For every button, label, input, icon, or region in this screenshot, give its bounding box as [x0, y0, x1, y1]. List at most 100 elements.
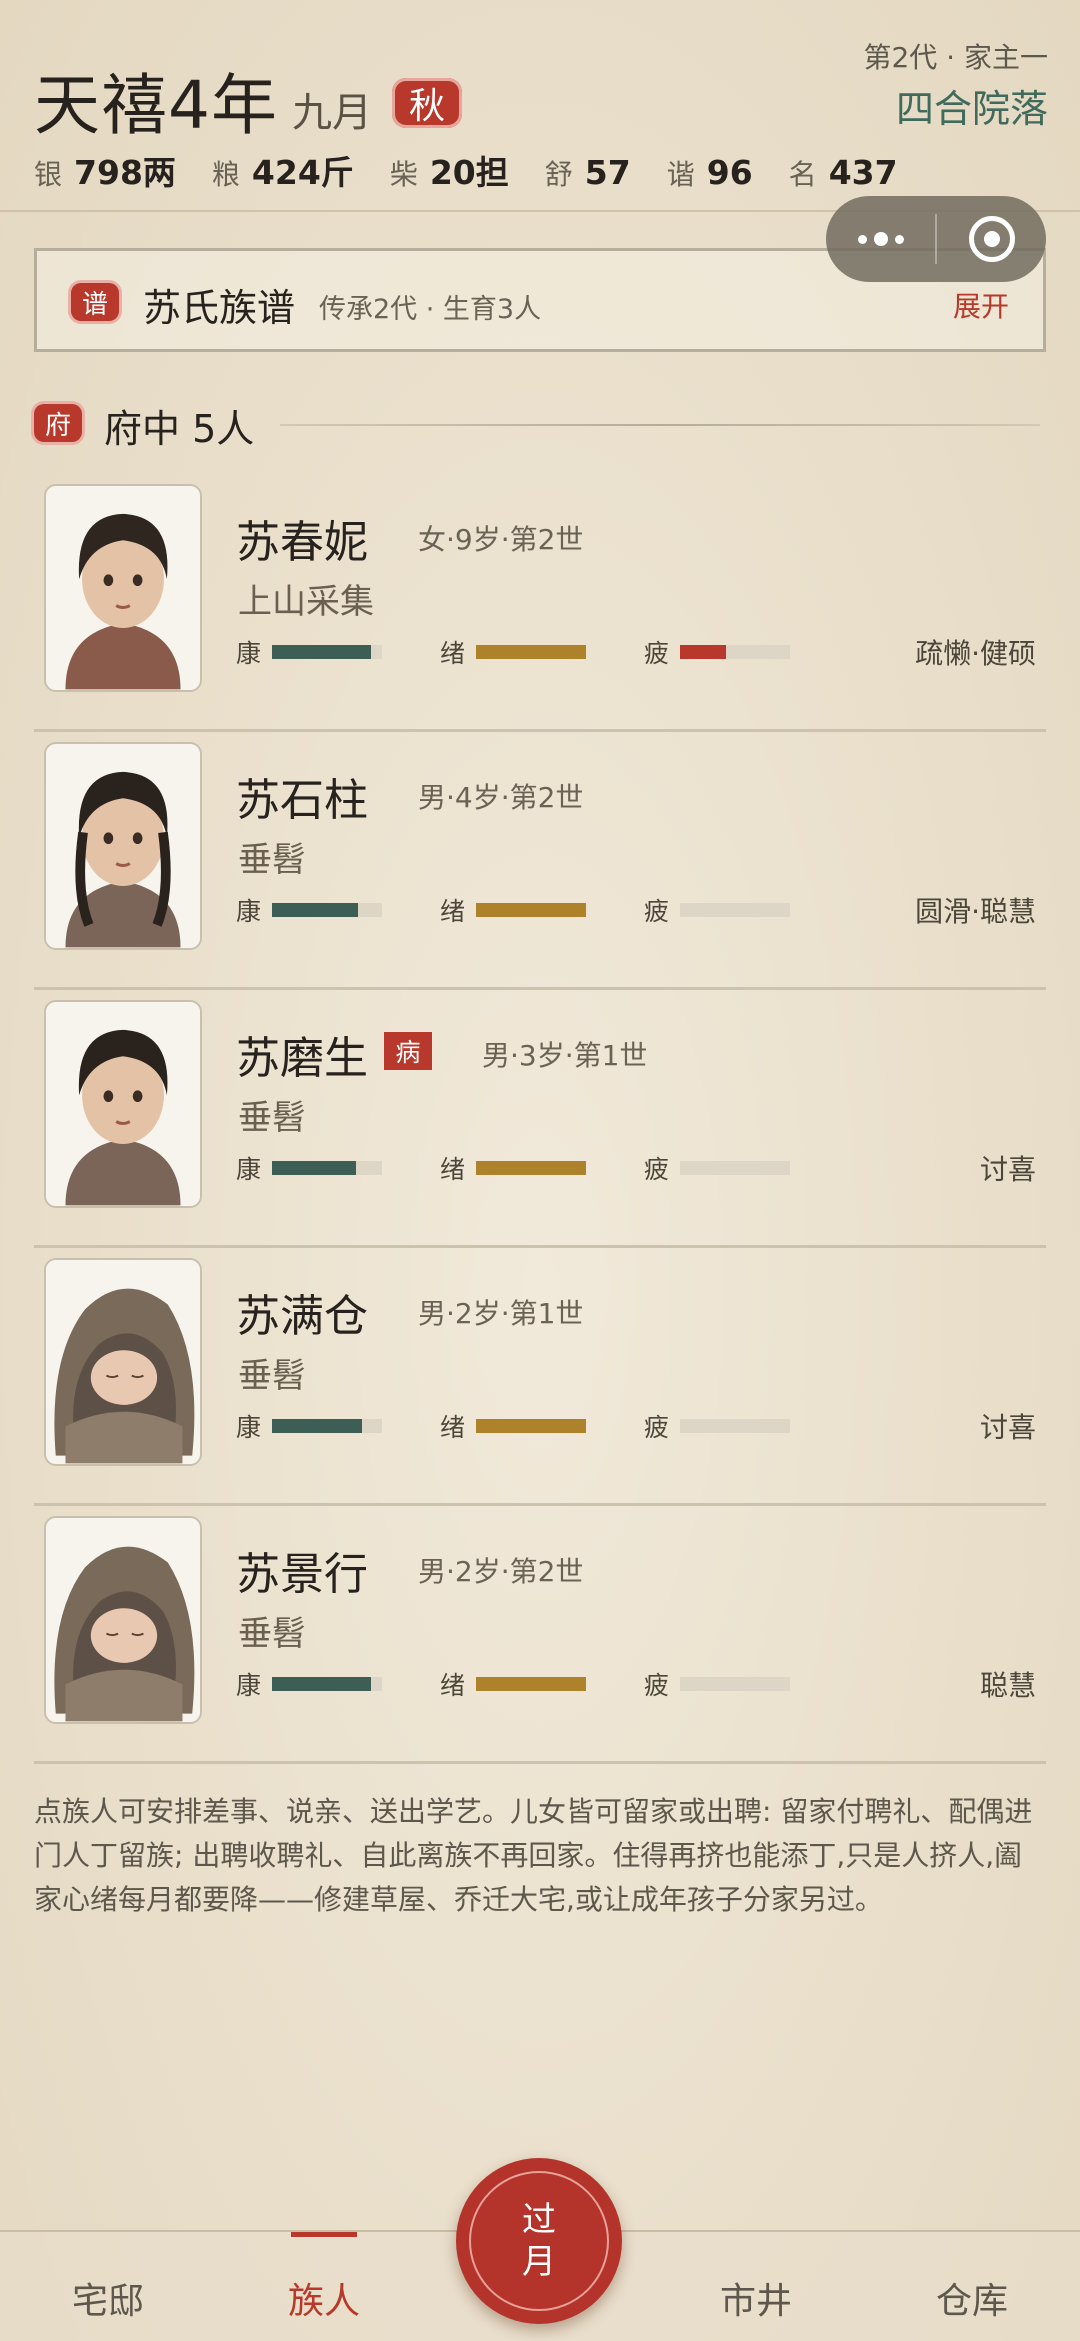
member-row[interactable]: 苏春妮 女·9岁·第2世 上山采集 康 绪 疲 疏懒·健硕	[34, 474, 1046, 732]
health-bar	[272, 1419, 382, 1433]
health-label: 康	[236, 1671, 262, 1700]
stat-label: 舒	[544, 158, 573, 191]
member-traits: 讨喜	[979, 1411, 1036, 1444]
mood-bar	[476, 1677, 586, 1691]
month-label: 九月	[292, 90, 372, 136]
genealogy-title: 苏氏族谱	[143, 286, 296, 330]
member-name: 苏景行	[236, 1549, 368, 1600]
more-button[interactable]	[826, 196, 935, 282]
mood-label: 绪	[440, 1155, 466, 1184]
health-label: 康	[236, 639, 262, 668]
health-bar	[272, 1677, 382, 1691]
mood-bar	[476, 903, 586, 917]
mood-label: 绪	[440, 897, 466, 926]
portrait-baby-icon	[44, 1516, 202, 1724]
fatigue-label: 疲	[644, 897, 670, 926]
member-row[interactable]: 苏磨生病 男·3岁·第1世 垂髫 康 绪 疲 讨喜	[34, 990, 1046, 1248]
fatigue-label: 疲	[644, 1155, 670, 1184]
genealogy-seal-icon: 谱	[71, 283, 119, 321]
more-dots-icon	[857, 232, 904, 246]
stat-value: 798两	[74, 153, 176, 192]
mood-bar-fill	[476, 903, 586, 917]
member-traits: 讨喜	[979, 1153, 1036, 1186]
stat-label: 名	[788, 158, 817, 191]
member-traits: 聪慧	[979, 1669, 1036, 1702]
fatigue-label: 疲	[644, 1671, 670, 1700]
generation-info: 第2代 · 家主一	[863, 41, 1048, 74]
member-name: 苏石柱	[236, 775, 368, 826]
section-title: 府中 5人	[104, 407, 255, 451]
health-label: 康	[236, 897, 262, 926]
mood-label: 绪	[440, 639, 466, 668]
fatigue-bar	[680, 1419, 790, 1433]
stat-harmony: 谐 96	[667, 153, 753, 193]
health-bar-fill	[272, 1419, 363, 1433]
member-traits: 圆滑·聪慧	[915, 895, 1036, 928]
health-label: 康	[236, 1413, 262, 1442]
health-bar-fill	[272, 645, 371, 659]
nav-item-storehouse[interactable]: 仓库	[902, 2272, 1042, 2324]
member-row[interactable]: 苏满仓 男·2岁·第1世 垂髫 康 绪 疲 讨喜	[34, 1248, 1046, 1506]
member-bars: 康 绪 疲	[236, 892, 848, 928]
health-bar	[272, 645, 382, 659]
portrait-child-icon	[44, 1000, 202, 1208]
health-bar-fill	[272, 1161, 356, 1175]
member-bars: 康 绪 疲	[236, 1666, 848, 1702]
stat-comfort: 舒 57	[545, 153, 631, 193]
mood-bar	[476, 1419, 586, 1433]
member-task: 垂髫	[238, 1098, 306, 1138]
member-name: 苏满仓	[236, 1291, 368, 1342]
status-badge: 病	[384, 1032, 432, 1070]
section-divider	[280, 424, 1040, 426]
member-name: 苏春妮	[236, 517, 368, 568]
member-task: 垂髫	[238, 840, 306, 880]
stat-grain: 粮 424斤	[212, 146, 354, 194]
residence-label[interactable]: 四合院落	[896, 78, 1048, 133]
capsule-menu	[826, 196, 1046, 282]
health-bar	[272, 903, 382, 917]
mood-label: 绪	[440, 1413, 466, 1442]
mood-bar-fill	[476, 1677, 586, 1691]
stat-label: 银	[34, 158, 63, 191]
next-month-seal: 过 月	[469, 2171, 609, 2311]
nav-item-clan[interactable]: 族人	[254, 2272, 394, 2324]
top-header: 天禧4年 九月 秋 第2代 · 家主一 四合院落 银 798两 粮 424斤 柴 20…	[0, 0, 1080, 212]
member-meta: 男·2岁·第1世	[418, 1297, 584, 1330]
active-tab-indicator	[291, 2232, 357, 2237]
portrait-child-icon	[44, 742, 202, 950]
member-task: 垂髫	[238, 1614, 306, 1654]
member-bars: 康 绪 疲	[236, 634, 848, 670]
stat-silver: 银 798两	[34, 146, 176, 194]
stat-value: 96	[706, 153, 753, 192]
stat-value: 424斤	[251, 153, 354, 192]
member-traits: 疏懒·健硕	[915, 637, 1036, 670]
expand-button[interactable]: 展开	[953, 285, 1009, 325]
stat-value: 20担	[429, 153, 509, 192]
portrait-girl-icon	[44, 484, 202, 692]
nav-item-market[interactable]: 市井	[686, 2272, 826, 2324]
fatigue-bar	[680, 645, 790, 659]
member-meta: 女·9岁·第2世	[418, 523, 584, 556]
next-month-button[interactable]: 过 月	[456, 2158, 622, 2324]
member-bars: 康 绪 疲	[236, 1408, 848, 1444]
resource-stats: 银 798两 粮 424斤 柴 20担 舒 57 谐 96 名 437	[34, 146, 898, 194]
mood-label: 绪	[440, 1671, 466, 1700]
member-bars: 康 绪 疲	[236, 1150, 848, 1186]
member-list: 苏春妮 女·9岁·第2世 上山采集 康 绪 疲 疏懒·健硕 苏石柱 男·4岁·第…	[34, 474, 1046, 1764]
health-bar-fill	[272, 1677, 371, 1691]
fatigue-label: 疲	[644, 1413, 670, 1442]
fatigue-bar	[680, 1677, 790, 1691]
stat-firewood: 柴 20担	[390, 146, 509, 194]
member-row[interactable]: 苏景行 男·2岁·第2世 垂髫 康 绪 疲 聪慧	[34, 1506, 1046, 1764]
nav-item-residence[interactable]: 宅邸	[38, 2272, 178, 2324]
member-row[interactable]: 苏石柱 男·4岁·第2世 垂髫 康 绪 疲 圆滑·聪慧	[34, 732, 1046, 990]
stat-label: 谐	[666, 158, 695, 191]
portrait-baby-icon	[44, 1258, 202, 1466]
close-button[interactable]	[937, 196, 1046, 282]
stat-fame: 名 437	[789, 153, 898, 193]
health-bar	[272, 1161, 382, 1175]
member-meta: 男·2岁·第2世	[418, 1555, 584, 1588]
fatigue-bar	[680, 1161, 790, 1175]
fatigue-label: 疲	[644, 639, 670, 668]
household-seal-icon: 府	[34, 404, 82, 442]
